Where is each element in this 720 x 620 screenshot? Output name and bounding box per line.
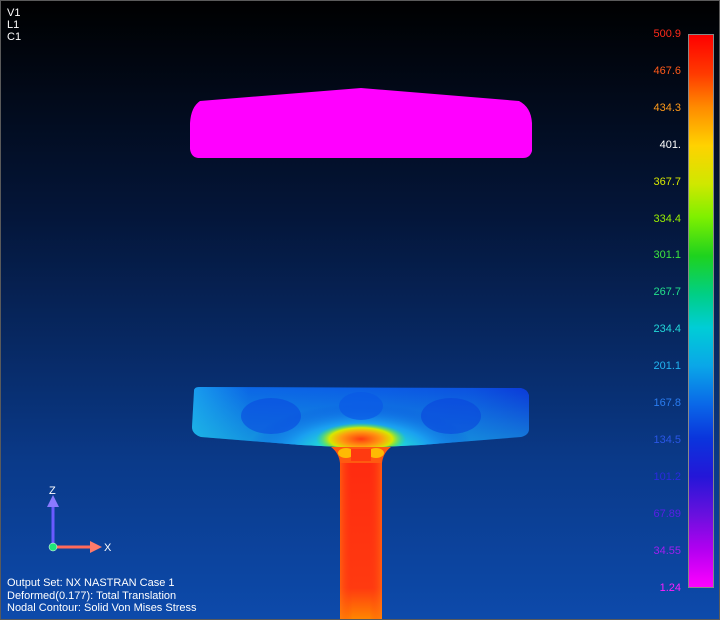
axis-triad <box>47 495 102 553</box>
legend-value-label: 434.3 <box>653 101 681 114</box>
legend-value-label: 334.4 <box>653 212 681 225</box>
legend-value-label: 101.2 <box>653 470 681 483</box>
stem <box>340 456 382 619</box>
legend-value-label: 467.6 <box>653 64 681 77</box>
model-scene[interactable] <box>1 1 720 620</box>
legend-value-label: 500.9 <box>653 28 681 40</box>
legend-value-label: 167.8 <box>653 397 681 409</box>
legend-value-label: 367.7 <box>653 175 681 188</box>
graphics-viewport[interactable]: V1 L1 C1 Z X 500.9 467.6 434.3 401. 367.… <box>0 0 720 620</box>
x-axis-label: X <box>104 542 112 554</box>
legend-value-label: 234.4 <box>653 323 681 336</box>
legend-value-label: 67.89 <box>653 507 681 520</box>
output-info: Output Set: NX NASTRAN Case 1 Deformed(0… <box>7 577 197 615</box>
upper-part <box>190 88 532 158</box>
output-set-label: Output Set: NX NASTRAN Case 1 <box>7 577 175 589</box>
legend-value-label: 1.24 <box>659 581 681 594</box>
legend-value-label: 34.55 <box>653 544 681 557</box>
legend-value-label: 301.1 <box>653 249 681 262</box>
contour-label: Nodal Contour: Solid Von Mises Stress <box>7 602 197 614</box>
legend-value-label: 401. <box>659 138 681 151</box>
legend-colorbar <box>688 34 714 588</box>
z-axis-label: Z <box>49 485 56 497</box>
legend-value-label: 134.5 <box>653 433 681 446</box>
legend-value-label: 267.7 <box>653 286 681 299</box>
legend-value-label: 201.1 <box>653 360 681 373</box>
deformed-label: Deformed(0.177): Total Translation <box>7 589 177 602</box>
